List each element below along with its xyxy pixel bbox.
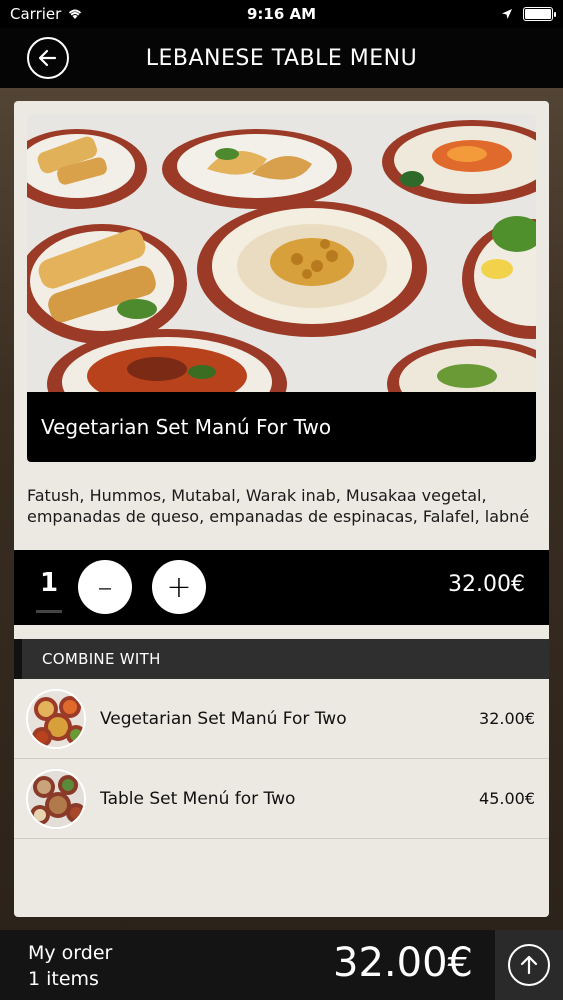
decrease-quantity-button[interactable]: – [78, 560, 132, 614]
back-button[interactable] [27, 37, 69, 79]
combine-list: Vegetarian Set Manú For Two 32.00€ Table… [14, 679, 549, 839]
order-item-count: 1 items [28, 968, 99, 990]
combine-item-name: Vegetarian Set Manú For Two [100, 708, 347, 729]
order-footer[interactable]: My order 1 items 32.00€ [0, 930, 563, 1000]
scroll-to-top-button[interactable] [495, 930, 563, 1000]
order-total: 32.00€ [333, 940, 473, 986]
battery-icon [523, 7, 556, 21]
combine-item-price: 45.00€ [479, 789, 535, 808]
increase-quantity-button[interactable]: + [152, 560, 206, 614]
quantity-bar: 1 – + 32.00€ [14, 550, 549, 625]
product-title: Vegetarian Set Manú For Two [27, 392, 536, 462]
status-bar: Carrier 9:16 AM [0, 0, 563, 28]
my-order-label: My order [28, 942, 113, 964]
product-image: Vegetarian Set Manú For Two [27, 114, 536, 462]
back-arrow-icon [38, 49, 57, 67]
combine-item-price: 32.00€ [479, 709, 535, 728]
product-card: Vegetarian Set Manú For Two Fatush, Humm… [14, 101, 549, 917]
status-time: 9:16 AM [246, 5, 317, 23]
quantity-value: 1 [39, 568, 59, 598]
page-title: LEBANESE TABLE MENU [145, 45, 418, 71]
combine-item[interactable]: Vegetarian Set Manú For Two 32.00€ [14, 679, 549, 759]
product-description: Fatush, Hummos, Mutabal, Warak inab, Mus… [27, 486, 530, 526]
quantity-underline [36, 610, 62, 613]
combine-header: COMBINE WITH [14, 639, 549, 679]
combine-item-name: Table Set Menú for Two [100, 788, 296, 809]
mezze-plates-illustration [27, 114, 536, 392]
plus-icon: + [166, 569, 192, 605]
product-price: 32.00€ [448, 572, 525, 597]
nav-bar: LEBANESE TABLE MENU [0, 28, 563, 88]
combine-item-thumbnail [26, 768, 86, 829]
up-arrow-icon [508, 944, 550, 986]
combine-item[interactable]: Table Set Menú for Two 45.00€ [14, 759, 549, 839]
minus-icon: – [97, 569, 113, 605]
combine-item-thumbnail [26, 688, 86, 749]
